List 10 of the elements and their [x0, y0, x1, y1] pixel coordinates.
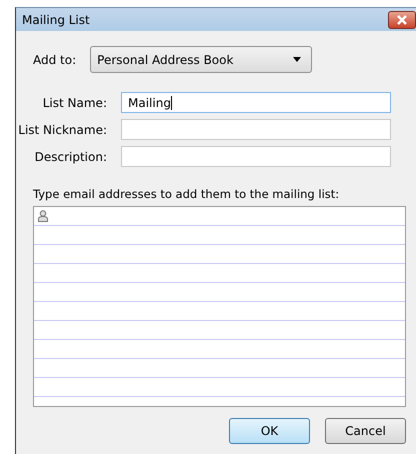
- address-book-dropdown[interactable]: Personal Address Book: [90, 46, 312, 73]
- field-label: List Nickname:: [18, 122, 107, 136]
- field-label: List Name:: [42, 96, 107, 110]
- instruction-text: Type email addresses to add them to the mailing list:: [33, 187, 340, 201]
- add-to-label: Add to:: [33, 52, 76, 66]
- field-label: Description:: [34, 150, 107, 164]
- input-field[interactable]: Mailing: [121, 92, 391, 113]
- dialog-button[interactable]: OK: [229, 418, 310, 444]
- dialog-button[interactable]: Cancel: [325, 418, 406, 444]
- window-title: Mailing List: [22, 12, 90, 26]
